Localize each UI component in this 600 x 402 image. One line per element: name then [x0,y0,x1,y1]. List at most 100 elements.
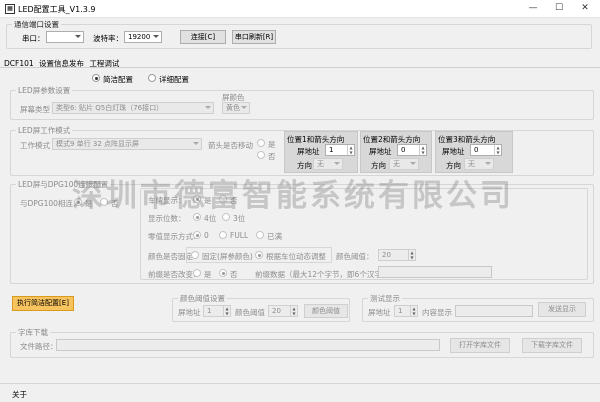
position-2-addr-stepper[interactable]: 0 ▲ ▼ [397,144,427,156]
minimize-icon[interactable]: — [520,0,546,18]
chevron-down-icon [241,106,247,109]
mode-detail-label: 详细配置 [159,75,189,84]
threshold-stepper[interactable]: 20 ▲ ▼ [378,249,416,261]
position-panel-2: 位置2和箭头方向 屏地址 0 ▲ ▼ 方向 无 [360,131,432,173]
test-display-addr-stepper[interactable]: 1 ▲ ▼ [394,305,418,317]
zero-off-radio[interactable] [256,231,264,239]
dpg-connect-yes-label: 是 [85,199,93,208]
port-label: 串口： [22,34,45,43]
mode-simple-radio[interactable] [92,74,100,82]
dpg-connect-no-radio[interactable] [100,198,108,206]
tab-divider [0,67,600,68]
position-3-dir-label: 方向 [446,161,461,170]
screen-color-select[interactable]: 黄色 [222,102,250,114]
zero-0-label: 0 [204,231,209,240]
port-select[interactable] [46,31,84,43]
digits-4-radio[interactable] [193,213,201,221]
color-fixed-opt-label: 固定(屏参颜色) [202,252,253,261]
refresh-port-button[interactable]: 串口刷新[R] [232,30,276,44]
comm-group-title: 通信端口设置 [12,19,61,30]
test-display-addr-label: 屏地址 [368,308,391,317]
prefix-no-radio[interactable] [219,269,227,277]
stepper-arrows-icon: ▲ ▼ [408,250,415,260]
screen-params-title: LED屏参数设置 [16,85,73,96]
position-1-dir-label: 方向 [297,161,312,170]
baud-select[interactable]: 19200 [124,31,162,43]
threshold-set-addr-label: 屏地址 [178,308,201,317]
stepper-arrows-icon: ▲ ▼ [410,306,417,316]
threshold-set-button[interactable]: 颜色阈值 [304,304,348,318]
chevron-down-icon [485,162,491,165]
brand-yes-radio[interactable] [193,195,201,203]
window-title: LED配置工具_V1.3.9 [18,5,96,14]
chevron-down-icon [153,35,159,38]
prefix-data-input[interactable] [378,266,492,278]
brand-yes-label: 是 [204,196,212,205]
dpg-config-title: LED屏与DPG100连接配置 [16,179,111,190]
zero-off-label: 已满 [267,232,282,241]
chevron-down-icon [410,162,416,165]
position-3-addr-label: 屏地址 [442,147,465,156]
position-2-dir-select[interactable]: 无 [389,158,419,170]
test-display-title: 测试显示 [368,293,402,304]
font-path-label: 文件路径： [20,342,58,351]
work-mode-select[interactable]: 模式9 单行 32 点阵显示屏 [52,138,202,150]
threshold-set-addr-stepper[interactable]: 1 ▲ ▼ [203,305,231,317]
threshold-set-value-stepper[interactable]: 20 ▲ ▼ [268,305,298,317]
mode-simple-label: 简洁配置 [103,75,133,84]
arrow-move-yes-radio[interactable] [257,139,265,147]
zero-0-radio[interactable] [193,231,201,239]
arrow-move-yes-label: 是 [268,140,276,149]
brand-no-label: 否 [230,196,238,205]
send-display-button[interactable]: 发送显示 [538,302,586,317]
prefix-yes-label: 是 [204,270,212,279]
position-3-dir-select[interactable]: 无 [464,158,494,170]
position-2-dir-label: 方向 [371,161,386,170]
color-fixed-radio[interactable] [191,251,199,259]
work-mode-title: LED屏工作模式 [16,125,73,136]
stepper-arrows-icon: ▲ ▼ [494,145,501,155]
stepper-arrows-icon: ▲ ▼ [223,306,230,316]
download-font-file-button[interactable]: 下载字库文件 [522,338,582,353]
test-display-content-label: 内容显示 [422,308,452,317]
digits-3-label: 3位 [233,214,246,223]
position-1-addr-stepper[interactable]: 1 ▲ ▼ [325,144,355,156]
connect-button[interactable]: 连接[C] [180,30,226,44]
open-font-file-button[interactable]: 打开字库文件 [450,338,510,353]
arrow-move-no-radio[interactable] [257,151,265,159]
position-1-addr-label: 屏地址 [297,147,320,156]
close-icon[interactable]: ✕ [572,0,598,18]
screen-type-label: 屏幕类型 [20,105,50,114]
dpg-connect-yes-radio[interactable] [74,198,82,206]
brand-no-radio[interactable] [219,195,227,203]
maximize-icon[interactable]: ☐ [546,0,572,18]
mode-detail-radio[interactable] [148,74,156,82]
baud-label: 波特率： [93,34,123,43]
chevron-down-icon [205,106,211,109]
position-panel-1: 位置1和箭头方向 屏地址 1 ▲ ▼ 方向 无 [284,131,358,173]
dpg-connect-no-label: 否 [111,199,119,208]
position-1-dir-select[interactable]: 无 [313,158,343,170]
threshold-set-value-label: 颜色阈值 [235,308,265,317]
digits-4-label: 4位 [204,214,217,223]
work-mode-label: 工作模式 [20,141,50,150]
arrow-move-no-label: 否 [268,152,276,161]
chevron-down-icon [334,162,340,165]
about-link[interactable]: 关于 [12,389,27,400]
status-bar: 关于 [0,383,600,402]
color-dynamic-radio[interactable] [255,251,263,259]
font-path-input[interactable] [56,339,440,351]
chevron-down-icon [75,35,81,38]
digits-3-radio[interactable] [222,213,230,221]
prefix-yes-radio[interactable] [193,269,201,277]
threshold-label: 颜色阈值： [336,252,374,261]
digits-label: 显示位数： [148,214,186,223]
zero-full-radio[interactable] [219,231,227,239]
prefix-no-label: 否 [230,270,238,279]
position-3-addr-stepper[interactable]: 0 ▲ ▼ [470,144,502,156]
execute-simple-config-button[interactable]: 执行简洁配置[E] [12,296,74,311]
screen-type-select[interactable]: 类型6: 贴片 Q5白灯珠（76接口） [52,102,214,114]
dpg-connect-label: 与DPG100相连： [20,199,81,208]
test-display-content-input[interactable] [455,305,533,317]
color-dynamic-opt-label: 根据车位动态调整 [266,252,326,261]
